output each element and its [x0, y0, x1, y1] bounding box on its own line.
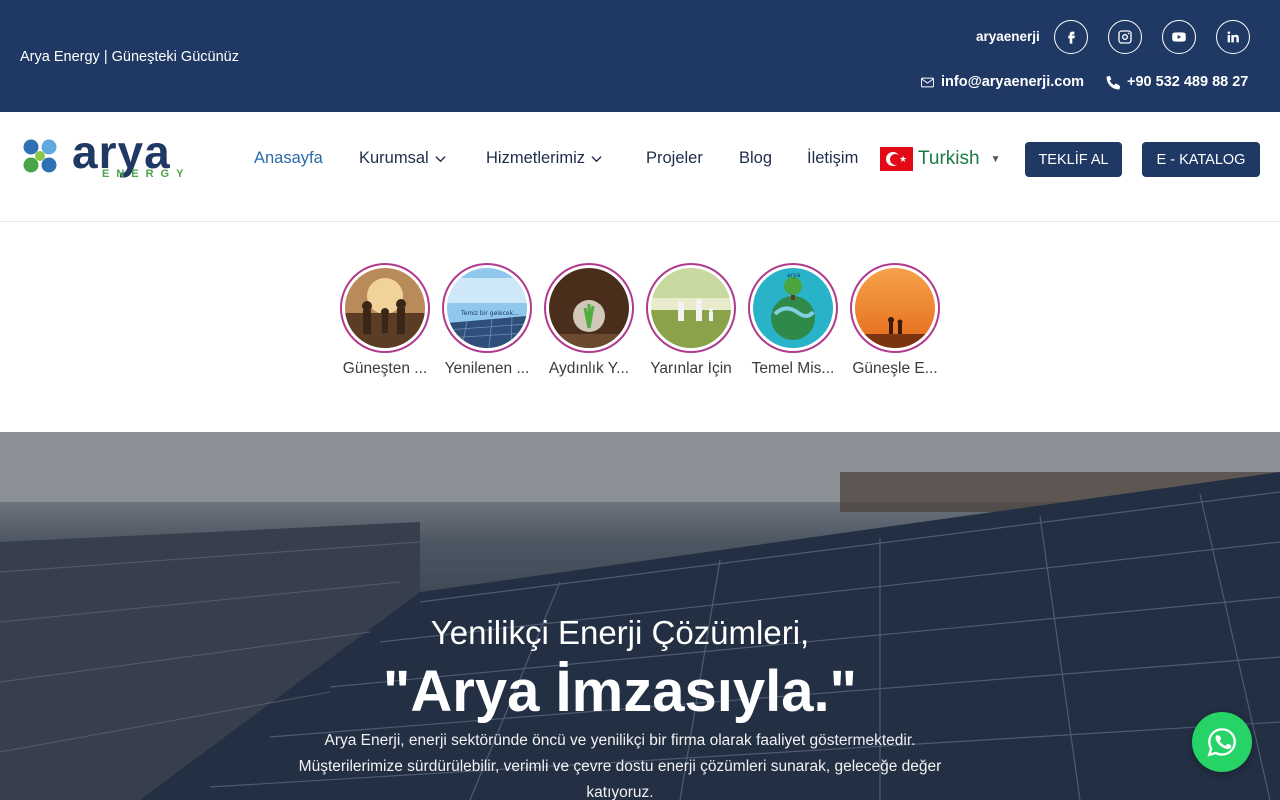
- site-tagline: Arya Energy | Güneşteki Gücünüz: [20, 49, 239, 65]
- nav-home[interactable]: Anasayfa: [254, 149, 323, 168]
- phone-link[interactable]: +90 532 489 88 27: [1106, 74, 1248, 90]
- chevron-down-icon: [435, 156, 446, 163]
- turkey-flag-icon: ★: [880, 147, 913, 171]
- story-image: arya: [753, 268, 833, 348]
- nav-label: Projeler: [646, 149, 703, 167]
- social-handle: aryaenerji: [976, 29, 1040, 44]
- story-image-text: arya: [787, 272, 801, 279]
- hero-description: Arya Enerji, enerji sektöründe öncü ve y…: [298, 732, 942, 800]
- phone-text: +90 532 489 88 27: [1127, 74, 1249, 90]
- mail-icon: [921, 77, 934, 87]
- story-caption: Aydınlık Y...: [548, 360, 630, 377]
- story-item[interactable]: Güneşle E...: [850, 263, 940, 378]
- story-item[interactable]: Güneşten ...: [340, 263, 430, 378]
- story-image: [651, 268, 731, 348]
- story-item[interactable]: Yarınlar İçin: [646, 263, 736, 378]
- logo-subtext: ENERGY: [102, 168, 191, 180]
- story-item[interactable]: Aydınlık Y...: [544, 263, 634, 378]
- story-image: [345, 268, 425, 348]
- story-image: [549, 268, 629, 348]
- nav-services[interactable]: Hizmetlerimiz: [486, 149, 602, 168]
- phone-icon: [1106, 75, 1121, 89]
- stories-bar: Güneşten ... Temiz bir gelecek... Yenile…: [0, 223, 1280, 432]
- story-image-text: Temiz bir gelecek...: [460, 310, 519, 317]
- email-link[interactable]: info@aryaenerji.com: [920, 74, 1084, 90]
- story-caption: Temel Mis...: [751, 360, 835, 377]
- top-bar: Arya Energy | Güneşteki Gücünüz aryaener…: [0, 0, 1280, 112]
- caret-down-icon: ▼: [990, 153, 1001, 165]
- nav-label: Kurumsal: [359, 149, 429, 167]
- nav-contact[interactable]: İletişim: [807, 149, 858, 168]
- nav-label: İletişim: [807, 149, 859, 167]
- story-item[interactable]: Temiz bir gelecek... Yenilenen ...: [442, 263, 532, 378]
- get-quote-button[interactable]: TEKLİF AL: [1025, 142, 1122, 177]
- story-item[interactable]: arya Temel Mis...: [748, 263, 838, 378]
- nav-label: Anasayfa: [254, 149, 323, 167]
- site-logo[interactable]: arya ENERGY: [22, 129, 192, 182]
- instagram-icon[interactable]: [1108, 20, 1142, 54]
- hero-section: Yenilikçi Enerji Çözümleri, "Arya İmzası…: [0, 432, 1280, 800]
- main-navbar: arya ENERGY Anasayfa Kurumsal Hizmetleri…: [0, 112, 1280, 222]
- whatsapp-icon: [1207, 728, 1236, 757]
- email-text: info@aryaenerji.com: [941, 74, 1085, 90]
- e-catalog-button[interactable]: E - KATALOG: [1142, 142, 1260, 177]
- nav-corporate[interactable]: Kurumsal: [359, 149, 446, 168]
- nav-blog[interactable]: Blog: [739, 149, 772, 168]
- story-caption: Güneşle E...: [852, 360, 938, 377]
- story-caption: Yenilenen ...: [444, 360, 530, 377]
- language-label: Turkish: [918, 148, 980, 169]
- story-caption: Yarınlar İçin: [650, 360, 732, 377]
- facebook-icon[interactable]: [1054, 20, 1088, 54]
- story-image: [855, 268, 935, 348]
- story-caption: Güneşten ...: [342, 360, 428, 377]
- linkedin-icon[interactable]: [1216, 20, 1250, 54]
- hero-title: "Arya İmzasıyla.": [382, 659, 858, 724]
- nav-projects[interactable]: Projeler: [646, 149, 703, 168]
- youtube-icon[interactable]: [1162, 20, 1196, 54]
- chevron-down-icon: [591, 156, 602, 163]
- whatsapp-chat-button[interactable]: [1192, 712, 1252, 772]
- hero-subtitle: Yenilikçi Enerji Çözümleri,: [430, 614, 810, 651]
- nav-label: Blog: [739, 149, 773, 167]
- story-image: Temiz bir gelecek...: [447, 268, 527, 348]
- language-selector[interactable]: ★ Turkish ▼: [880, 147, 1001, 171]
- nav-label: Hizmetlerimiz: [486, 149, 585, 167]
